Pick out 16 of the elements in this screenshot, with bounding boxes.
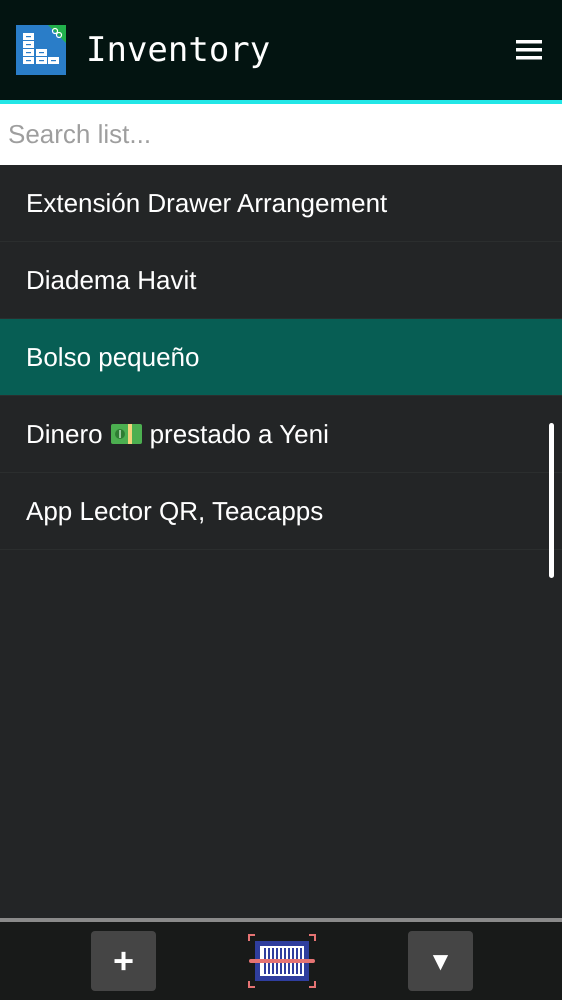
menu-icon[interactable] [516,39,542,61]
boxes-logo-icon [16,25,66,75]
dropdown-button[interactable]: ▼ [408,931,473,991]
item-label: prestado a Yeni [150,418,329,450]
banknote-icon [110,424,142,444]
item-label: Dinero [26,418,103,450]
barcode-scanner-icon[interactable] [247,933,317,989]
search-field[interactable]: Search list... [0,104,562,165]
item-label: Extensión Drawer Arrangement [26,186,388,220]
item-label: Bolso pequeño [26,340,200,374]
list-item[interactable]: Bolso pequeño [0,319,562,396]
scrollbar[interactable] [549,423,554,578]
item-label: App Lector QR, Teacapps [26,494,324,528]
add-button[interactable]: + [91,931,156,991]
app-title: Inventory [86,28,270,72]
item-label: Diadema Havit [26,264,197,296]
